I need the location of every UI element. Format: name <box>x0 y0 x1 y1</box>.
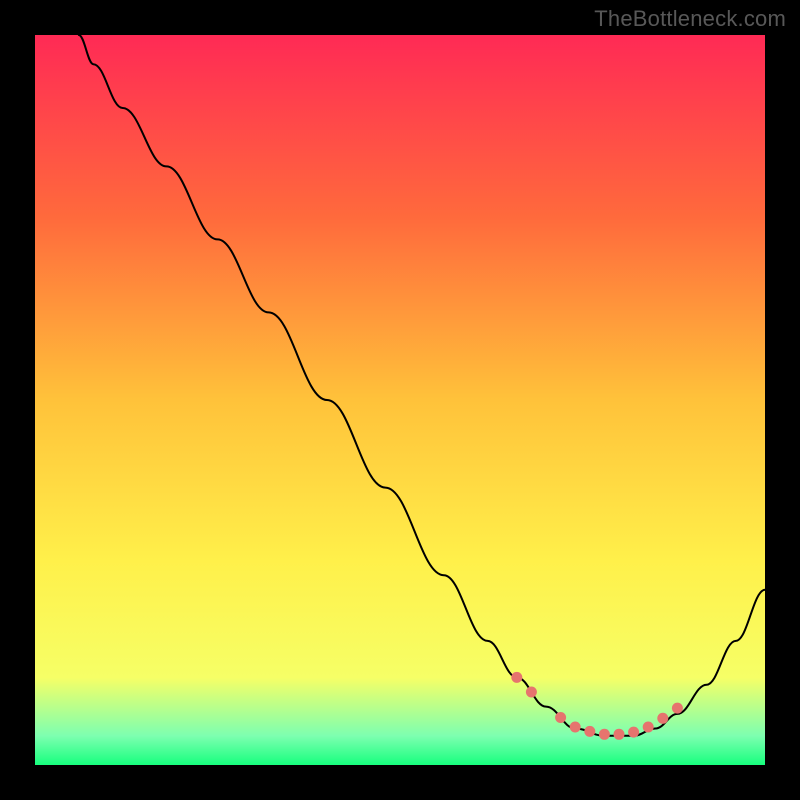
watermark-text: TheBottleneck.com <box>594 6 786 32</box>
marker-dot <box>584 726 595 737</box>
marker-dot <box>614 729 625 740</box>
marker-dot <box>599 729 610 740</box>
marker-dot <box>526 687 537 698</box>
chart-canvas <box>35 35 765 765</box>
marker-dot <box>555 712 566 723</box>
marker-dot <box>672 703 683 714</box>
gradient-background <box>35 35 765 765</box>
marker-dot <box>511 672 522 683</box>
marker-dot <box>643 722 654 733</box>
marker-dot <box>570 722 581 733</box>
marker-dot <box>628 727 639 738</box>
marker-dot <box>657 713 668 724</box>
